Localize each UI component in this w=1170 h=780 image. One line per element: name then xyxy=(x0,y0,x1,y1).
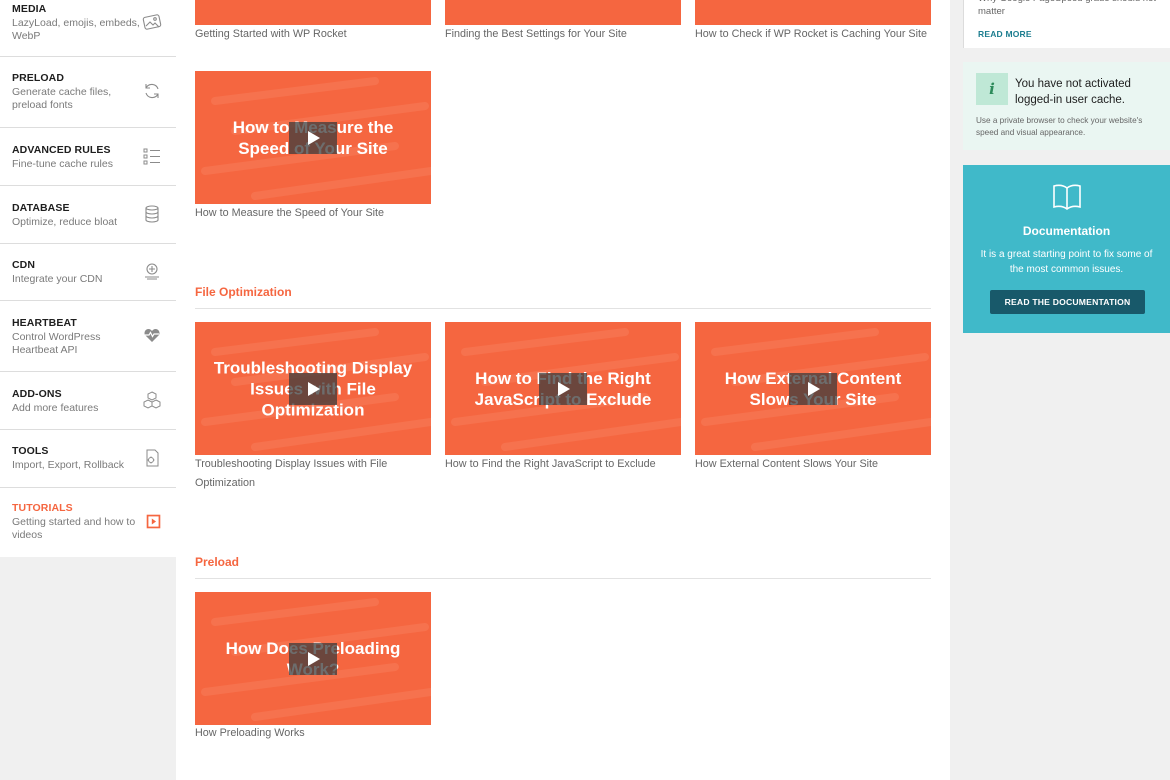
sidebar-item-title: MEDIA xyxy=(12,3,47,15)
section-divider xyxy=(195,578,931,579)
video-thumbnail[interactable]: Troubleshooting Display Issues with File… xyxy=(195,322,431,455)
list-icon xyxy=(143,148,160,165)
documentation-card: Documentation It is a great starting poi… xyxy=(963,165,1170,333)
video-caption[interactable]: How Preloading Works xyxy=(195,724,431,743)
video-thumbnail[interactable]: How to Measure the Speed of Your Site xyxy=(195,71,431,204)
sidebar-item-desc: Getting started and how to videos xyxy=(12,516,136,541)
section-divider xyxy=(195,308,931,309)
video-caption[interactable]: How to Find the Right JavaScript to Excl… xyxy=(445,455,681,474)
sidebar-item-title: ADD-ONS xyxy=(12,388,62,400)
video-caption[interactable]: Getting Started with WP Rocket xyxy=(195,25,431,44)
video-thumbnail[interactable]: How External Content Slows Your Site xyxy=(695,322,931,455)
section-title-preload: Preload xyxy=(195,555,240,569)
sidebar-item-desc: Control WordPress Heartbeat API xyxy=(12,331,101,356)
play-icon[interactable] xyxy=(289,642,337,675)
video-caption[interactable]: How to Check if WP Rocket is Caching You… xyxy=(695,25,931,44)
notice-title: You have not activated logged-in user ca… xyxy=(1015,78,1131,106)
pagespeed-card: Why Google PageSpeed grade should not ma… xyxy=(963,0,1170,48)
image-icon xyxy=(142,14,162,30)
logged-in-cache-notice: i You have not activated logged-in user … xyxy=(963,62,1170,150)
section-title-file-optimization: File Optimization xyxy=(195,285,292,299)
sidebar-item-desc: Fine-tune cache rules xyxy=(12,158,113,170)
right-sidebar: Why Google PageSpeed grade should not ma… xyxy=(950,0,1170,780)
video-caption[interactable]: Finding the Best Settings for Your Site xyxy=(445,25,681,44)
sidebar-item-title: TUTORIALS xyxy=(12,502,73,514)
video-caption[interactable]: How to Measure the Speed of Your Site xyxy=(195,204,431,223)
sidebar-item-add-ons[interactable]: ADD-ONS Add more features xyxy=(0,372,176,430)
addons-icon xyxy=(143,391,161,409)
sidebar-item-desc: Generate cache files, preload fonts xyxy=(12,86,112,111)
video-thumbnail[interactable]: How to Find the Right JavaScript to Excl… xyxy=(445,322,681,455)
read-documentation-button[interactable]: READ THE DOCUMENTATION xyxy=(990,290,1145,314)
video-thumbnail[interactable] xyxy=(445,0,681,25)
sidebar-item-title: TOOLS xyxy=(12,445,49,457)
card-text: Why Google PageSpeed grade should not ma… xyxy=(978,0,1156,17)
database-icon xyxy=(145,205,159,223)
video-thumbnail[interactable] xyxy=(695,0,931,25)
sidebar-item-title: ADVANCED RULES xyxy=(12,144,111,156)
sidebar-item-database[interactable]: DATABASE Optimize, reduce bloat xyxy=(0,186,176,244)
sidebar-item-desc: LazyLoad, emojis, embeds, WebP xyxy=(12,17,140,42)
tools-icon xyxy=(146,449,159,467)
play-icon[interactable] xyxy=(289,121,337,154)
sidebar-item-desc: Add more features xyxy=(12,402,99,414)
sidebar-item-desc: Optimize, reduce bloat xyxy=(12,216,118,228)
play-icon[interactable] xyxy=(789,372,837,405)
sidebar-item-title: CDN xyxy=(12,259,36,271)
video-thumbnail[interactable]: How Does Preloading Work? xyxy=(195,592,431,725)
notice-text: Use a private browser to check your webs… xyxy=(976,116,1143,137)
main-content: Getting Started with WP Rocket Finding t… xyxy=(176,0,950,780)
heartbeat-icon xyxy=(144,328,160,342)
video-thumbnail[interactable] xyxy=(195,0,431,25)
sidebar: MEDIA LazyLoad, emojis, embeds, WebP PRE… xyxy=(0,0,176,780)
sidebar-item-heartbeat[interactable]: HEARTBEAT Control WordPress Heartbeat AP… xyxy=(0,301,176,372)
sidebar-item-media[interactable]: MEDIA LazyLoad, emojis, embeds, WebP xyxy=(0,0,176,57)
video-caption[interactable]: Troubleshooting Display Issues with File… xyxy=(195,455,431,493)
sidebar-item-preload[interactable]: PRELOAD Generate cache files, preload fo… xyxy=(0,57,176,128)
sidebar-item-advanced-rules[interactable]: ADVANCED RULES Fine-tune cache rules xyxy=(0,128,176,186)
sidebar-item-desc: Import, Export, Rollback xyxy=(12,459,125,471)
sidebar-item-title: HEARTBEAT xyxy=(12,317,77,329)
video-caption[interactable]: How External Content Slows Your Site xyxy=(695,455,931,474)
play-icon[interactable] xyxy=(539,372,587,405)
sidebar-item-cdn[interactable]: CDN Integrate your CDN xyxy=(0,244,176,301)
book-icon xyxy=(1053,184,1081,210)
sidebar-item-title: PRELOAD xyxy=(12,72,65,84)
documentation-title: Documentation xyxy=(1022,224,1111,238)
sidebar-item-title: DATABASE xyxy=(12,202,70,214)
refresh-icon xyxy=(145,83,159,99)
info-icon: i xyxy=(976,73,1008,105)
sidebar-item-tools[interactable]: TOOLS Import, Export, Rollback xyxy=(0,430,176,488)
sidebar-item-desc: Integrate your CDN xyxy=(12,273,103,285)
video-icon xyxy=(146,514,161,529)
sidebar-item-tutorials[interactable]: TUTORIALS Getting started and how to vid… xyxy=(0,488,176,557)
read-more-link[interactable]: READ MORE xyxy=(978,29,1032,39)
documentation-text: It is a great starting point to fix some… xyxy=(980,249,1153,275)
play-icon[interactable] xyxy=(289,372,337,405)
cdn-icon xyxy=(145,263,159,280)
